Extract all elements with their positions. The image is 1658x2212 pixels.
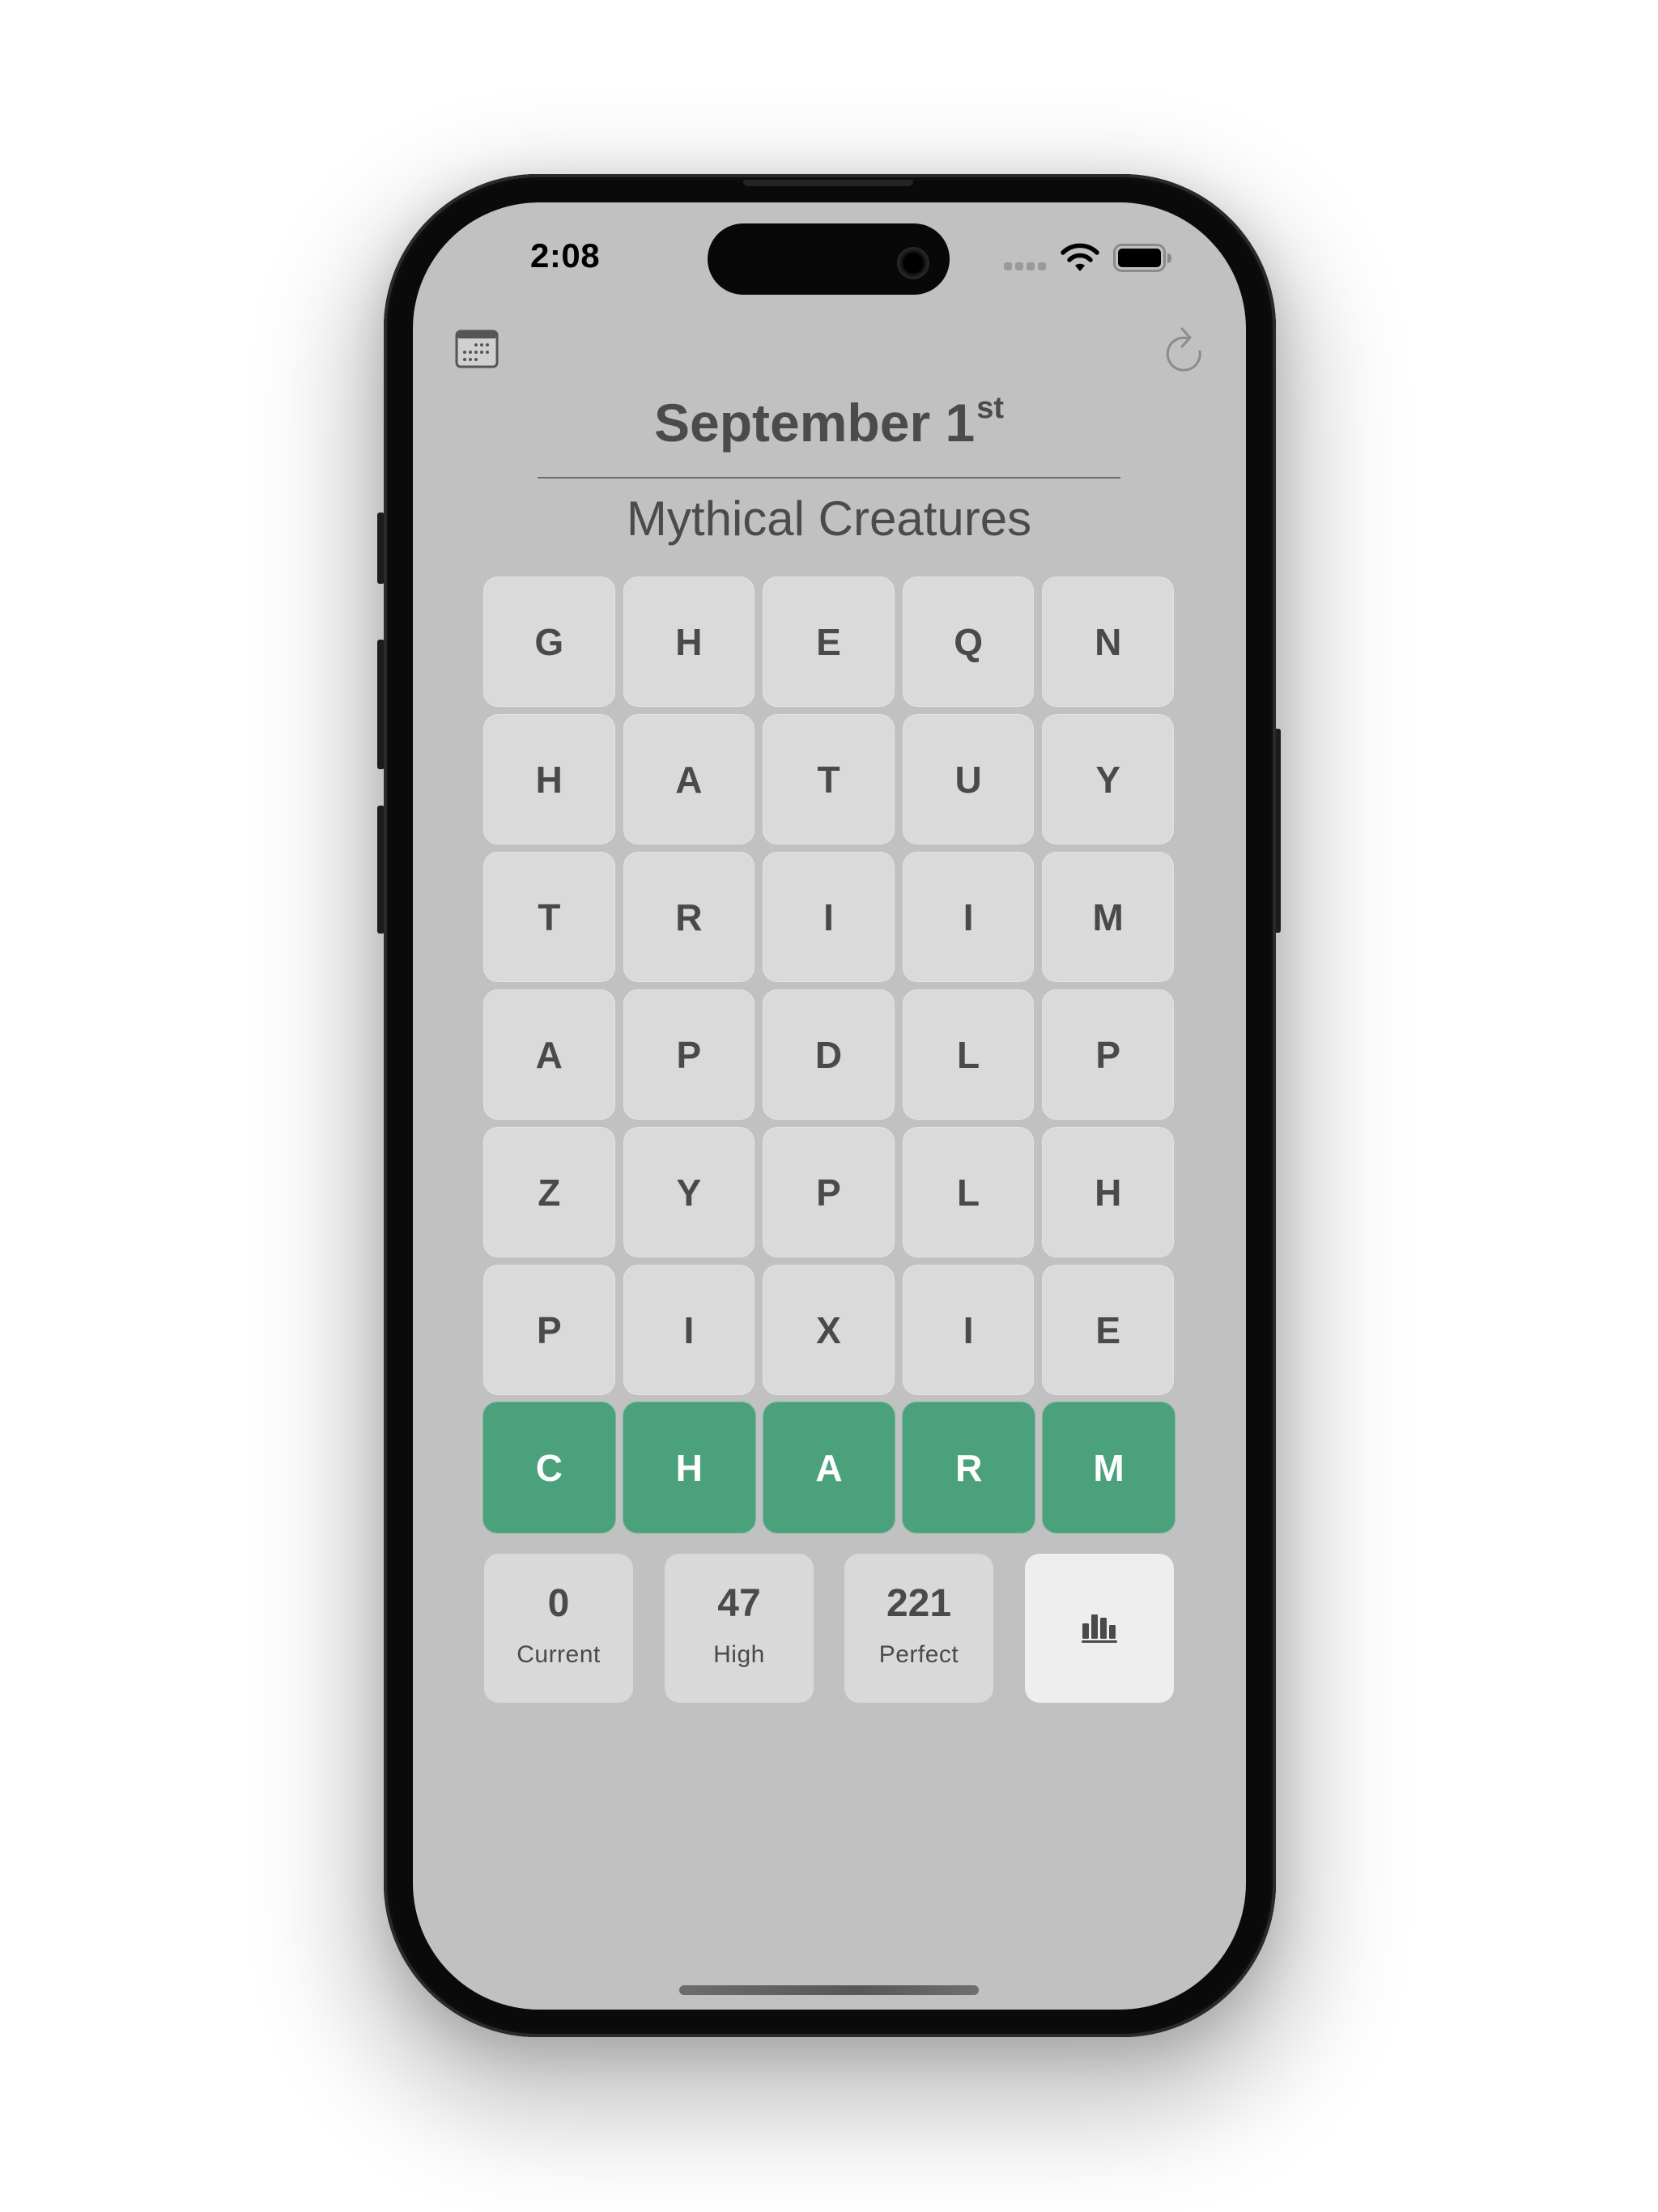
cellular-signal-icon bbox=[1004, 262, 1046, 270]
puzzle-date: September 1st bbox=[0, 391, 1658, 453]
stat-label: High bbox=[713, 1641, 765, 1668]
puzzle-category: Mythical Creatures bbox=[626, 491, 1032, 546]
letter-tile[interactable]: G bbox=[483, 576, 615, 707]
letter-tile[interactable]: L bbox=[902, 989, 1035, 1120]
letter-tile[interactable]: U bbox=[902, 714, 1035, 844]
letter-tile[interactable]: H bbox=[623, 576, 755, 707]
letter-tile[interactable]: P bbox=[1042, 989, 1174, 1120]
refresh-icon[interactable] bbox=[1164, 325, 1206, 372]
earpiece-speaker bbox=[743, 180, 913, 186]
stats-row: 0 Current 47 High 221 Perfect bbox=[484, 1554, 1175, 1703]
bar-chart-icon bbox=[1082, 1614, 1117, 1643]
letter-tile[interactable]: R bbox=[623, 852, 755, 982]
home-indicator[interactable] bbox=[679, 1985, 979, 1995]
letter-tile[interactable]: A bbox=[483, 989, 615, 1120]
letter-tile[interactable]: T bbox=[763, 714, 895, 844]
letter-grid: GHEQNHATUYTRIIMAPDLPZYPLHPIXIE bbox=[483, 576, 1174, 1395]
header-divider bbox=[538, 477, 1120, 479]
answer-tile[interactable]: C bbox=[483, 1402, 616, 1534]
answer-tile[interactable]: H bbox=[622, 1402, 756, 1534]
letter-tile[interactable]: H bbox=[483, 714, 615, 844]
stat-perfect: 221 Perfect bbox=[844, 1554, 993, 1703]
wifi-icon bbox=[1061, 243, 1099, 271]
letter-tile[interactable]: D bbox=[763, 989, 895, 1120]
letter-tile[interactable]: I bbox=[902, 852, 1035, 982]
calendar-icon[interactable] bbox=[455, 330, 499, 368]
battery-full-icon bbox=[1113, 244, 1171, 272]
answer-tile[interactable]: A bbox=[762, 1402, 896, 1534]
stat-value: 47 bbox=[717, 1582, 761, 1625]
letter-tile[interactable]: T bbox=[483, 852, 615, 982]
letter-tile[interactable]: I bbox=[902, 1265, 1035, 1395]
letter-tile[interactable]: E bbox=[1042, 1265, 1174, 1395]
front-camera bbox=[897, 247, 929, 279]
letter-tile[interactable]: X bbox=[763, 1265, 895, 1395]
stat-current: 0 Current bbox=[484, 1554, 633, 1703]
letter-tile[interactable]: I bbox=[623, 1265, 755, 1395]
stat-value: 0 bbox=[547, 1582, 570, 1625]
letter-tile[interactable]: Y bbox=[623, 1127, 755, 1257]
letter-tile[interactable]: L bbox=[902, 1127, 1035, 1257]
stat-high: 47 High bbox=[665, 1554, 814, 1703]
letter-tile[interactable]: A bbox=[623, 714, 755, 844]
stat-label: Perfect bbox=[878, 1641, 959, 1668]
letter-tile[interactable]: Z bbox=[483, 1127, 615, 1257]
letter-tile[interactable]: E bbox=[763, 576, 895, 707]
statistics-button[interactable] bbox=[1025, 1554, 1174, 1703]
letter-tile[interactable]: P bbox=[763, 1127, 895, 1257]
status-time: 2:08 bbox=[530, 236, 601, 274]
answer-tile[interactable]: R bbox=[902, 1402, 1036, 1534]
letter-tile[interactable]: H bbox=[1042, 1127, 1174, 1257]
letter-tile[interactable]: M bbox=[1042, 852, 1174, 982]
date-ordinal-suffix: st bbox=[976, 391, 1004, 425]
date-text: September 1 bbox=[654, 393, 976, 453]
letter-tile[interactable]: P bbox=[483, 1265, 615, 1395]
answer-tile[interactable]: M bbox=[1042, 1402, 1175, 1534]
letter-tile[interactable]: Q bbox=[902, 576, 1035, 707]
stat-value: 221 bbox=[886, 1582, 952, 1625]
letter-tile[interactable]: N bbox=[1042, 576, 1174, 707]
letter-tile[interactable]: P bbox=[623, 989, 755, 1120]
stat-label: Current bbox=[517, 1641, 601, 1668]
letter-tile[interactable]: Y bbox=[1042, 714, 1174, 844]
letter-tile[interactable]: I bbox=[763, 852, 895, 982]
answer-row: CHARM bbox=[483, 1402, 1175, 1534]
